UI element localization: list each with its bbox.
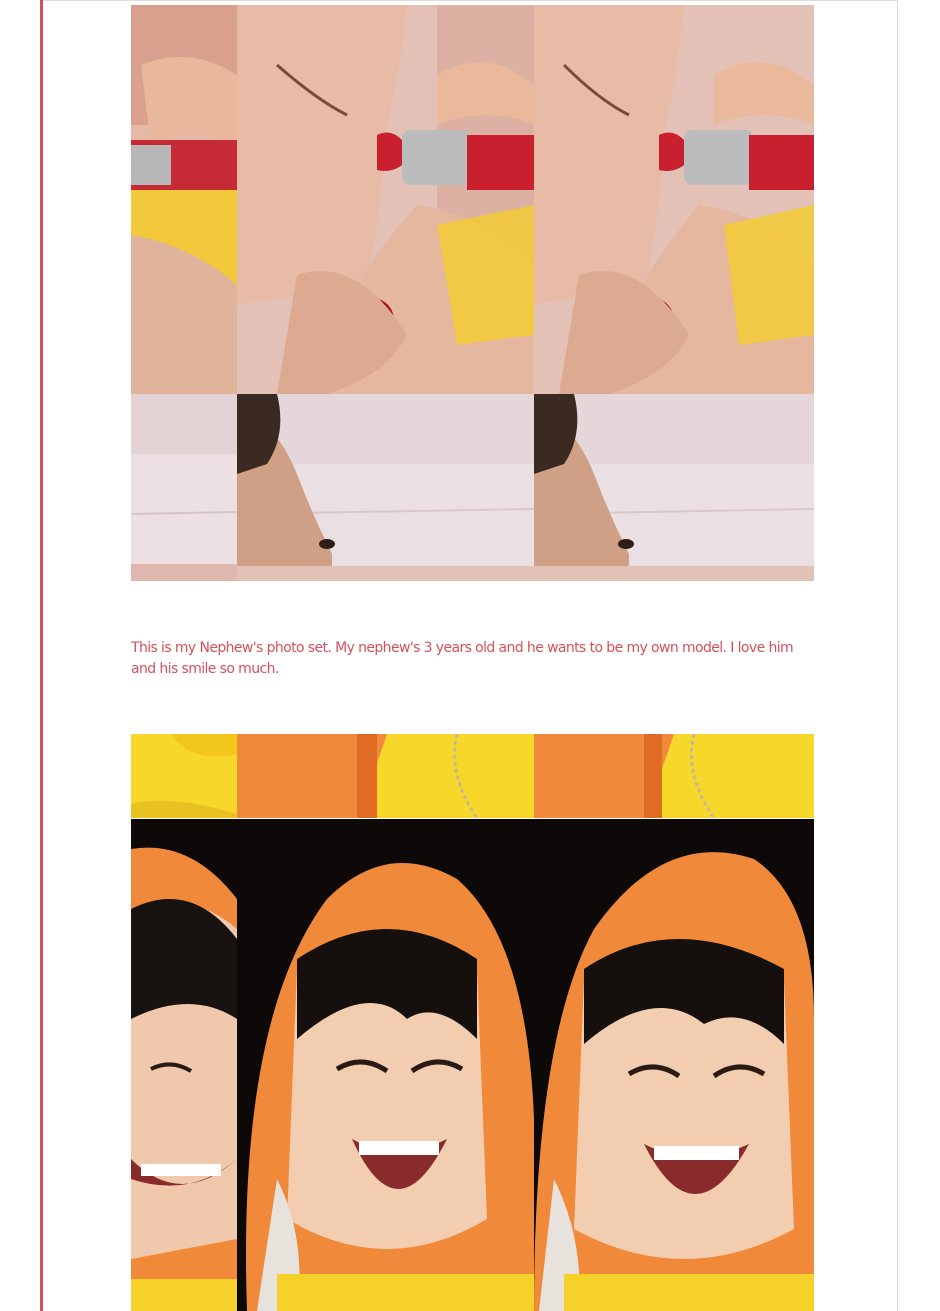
profile-photo-left [131,394,237,581]
top-divider [43,0,898,1]
jacket-photo-right [534,734,814,818]
profile-photo-right [534,394,814,581]
jacket-photo-left [131,734,237,818]
jacket-photo-center [237,734,534,818]
photo-lipstick-row [131,5,814,394]
lipstick-photo-center [237,5,534,394]
lipstick-photo-right [534,5,814,394]
photo-profile-row [131,394,814,581]
profile-photo-center [237,394,534,581]
smile-photo-center [237,819,534,1311]
photo-jacket-row [131,734,814,818]
post-caption: This is my Nephew's photo set. My nephew… [131,640,794,677]
smile-photo-left [131,819,237,1311]
photo-smile-row [131,819,814,1311]
smile-photo-right [534,819,814,1311]
lipstick-photo-left [131,5,237,394]
